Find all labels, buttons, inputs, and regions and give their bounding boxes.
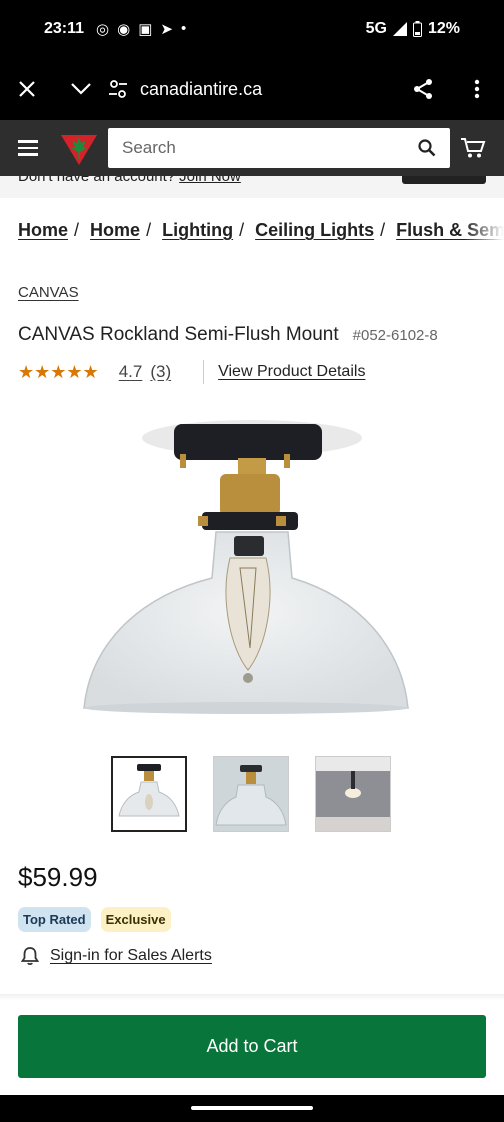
notification-icons: ◎ ◉ ▣ ➤ • xyxy=(96,20,186,38)
tune-icon[interactable] xyxy=(108,80,128,98)
status-bar: 23:11 ◎ ◉ ▣ ➤ • 5G 12% xyxy=(0,0,504,58)
sticky-bar-shadow xyxy=(0,994,504,1000)
battery-level: 12% xyxy=(427,20,460,37)
sales-alerts: Sign-in for Sales Alerts xyxy=(20,946,212,966)
telegram-icon: ➤ xyxy=(160,21,173,38)
product-image[interactable] xyxy=(70,408,434,724)
rating-count[interactable]: (3) xyxy=(150,362,171,382)
view-product-details-link[interactable]: View Product Details xyxy=(218,363,365,381)
browser-toolbar: canadiantire.ca xyxy=(0,58,504,120)
star-rating-icon[interactable]: ★★★★★ xyxy=(18,362,99,383)
divider xyxy=(203,360,205,384)
rating-row: ★★★★★ 4.7 (3) View Product Details xyxy=(18,360,365,384)
image-thumbnails xyxy=(111,756,391,832)
address-bar[interactable]: canadiantire.ca xyxy=(108,79,396,100)
badge-row: Top Rated Exclusive xyxy=(18,907,171,932)
account-prompt: Don't have an account? Join Now xyxy=(18,176,241,185)
site-header: Search xyxy=(0,120,504,176)
whatsapp-icon: ◎ xyxy=(96,21,110,38)
exclusive-badge: Exclusive xyxy=(100,907,171,932)
rating-value[interactable]: 4.7 xyxy=(119,362,143,382)
product-sku: #052-6102-8 xyxy=(352,327,438,344)
chevron-down-icon[interactable] xyxy=(54,58,108,120)
thumbnail-2[interactable] xyxy=(213,756,289,832)
dot-icon: • xyxy=(181,20,187,37)
join-now-link[interactable]: Join Now xyxy=(179,176,241,185)
title-row: CANVAS Rockland Semi-Flush Mount #052-61… xyxy=(18,324,438,346)
breadcrumb-lighting[interactable]: Lighting xyxy=(162,220,233,240)
home-handle[interactable] xyxy=(191,1106,313,1110)
battery-icon xyxy=(412,21,422,37)
breadcrumb-fade xyxy=(464,218,504,248)
sign-in-sales-alerts-link[interactable]: Sign-in for Sales Alerts xyxy=(50,947,212,965)
brand-link[interactable]: CANVAS xyxy=(18,284,79,301)
breadcrumb: Home / Home / Lighting / Ceiling Lights / Fl… xyxy=(18,220,504,241)
system-nav-bar xyxy=(0,1095,504,1122)
more-vert-icon[interactable] xyxy=(450,58,504,120)
signal-icon xyxy=(392,22,407,36)
cart-icon[interactable] xyxy=(450,137,496,159)
thumbnail-3[interactable] xyxy=(315,756,391,832)
network-label: 5G xyxy=(365,20,387,37)
breadcrumb-ceiling-lights[interactable]: Ceiling Lights xyxy=(255,220,374,240)
breadcrumb-home-2[interactable]: Home xyxy=(90,220,140,240)
bell-icon xyxy=(20,947,40,966)
add-to-cart-button[interactable]: Add to Cart xyxy=(18,1015,486,1078)
account-strip: Don't have an account? Join Now xyxy=(0,176,504,198)
sign-in-button[interactable] xyxy=(402,176,486,184)
instagram-icon: ▣ xyxy=(138,21,153,38)
breadcrumb-home-1[interactable]: Home xyxy=(18,220,68,240)
thumbnail-1[interactable] xyxy=(111,756,187,832)
search-input[interactable]: Search xyxy=(108,128,450,168)
search-placeholder: Search xyxy=(122,138,176,157)
product-price: $59.99 xyxy=(18,862,98,892)
search-icon[interactable] xyxy=(418,139,436,157)
share-icon[interactable] xyxy=(396,58,450,120)
top-rated-badge: Top Rated xyxy=(18,907,91,932)
url-text: canadiantire.ca xyxy=(140,78,263,99)
canadian-tire-logo[interactable] xyxy=(56,125,102,171)
product-title: CANVAS Rockland Semi-Flush Mount xyxy=(18,324,339,345)
hamburger-menu-icon[interactable] xyxy=(0,120,56,176)
messenger-icon: ◉ xyxy=(117,21,131,38)
status-time: 23:11 xyxy=(44,20,85,37)
close-icon[interactable] xyxy=(0,58,54,120)
